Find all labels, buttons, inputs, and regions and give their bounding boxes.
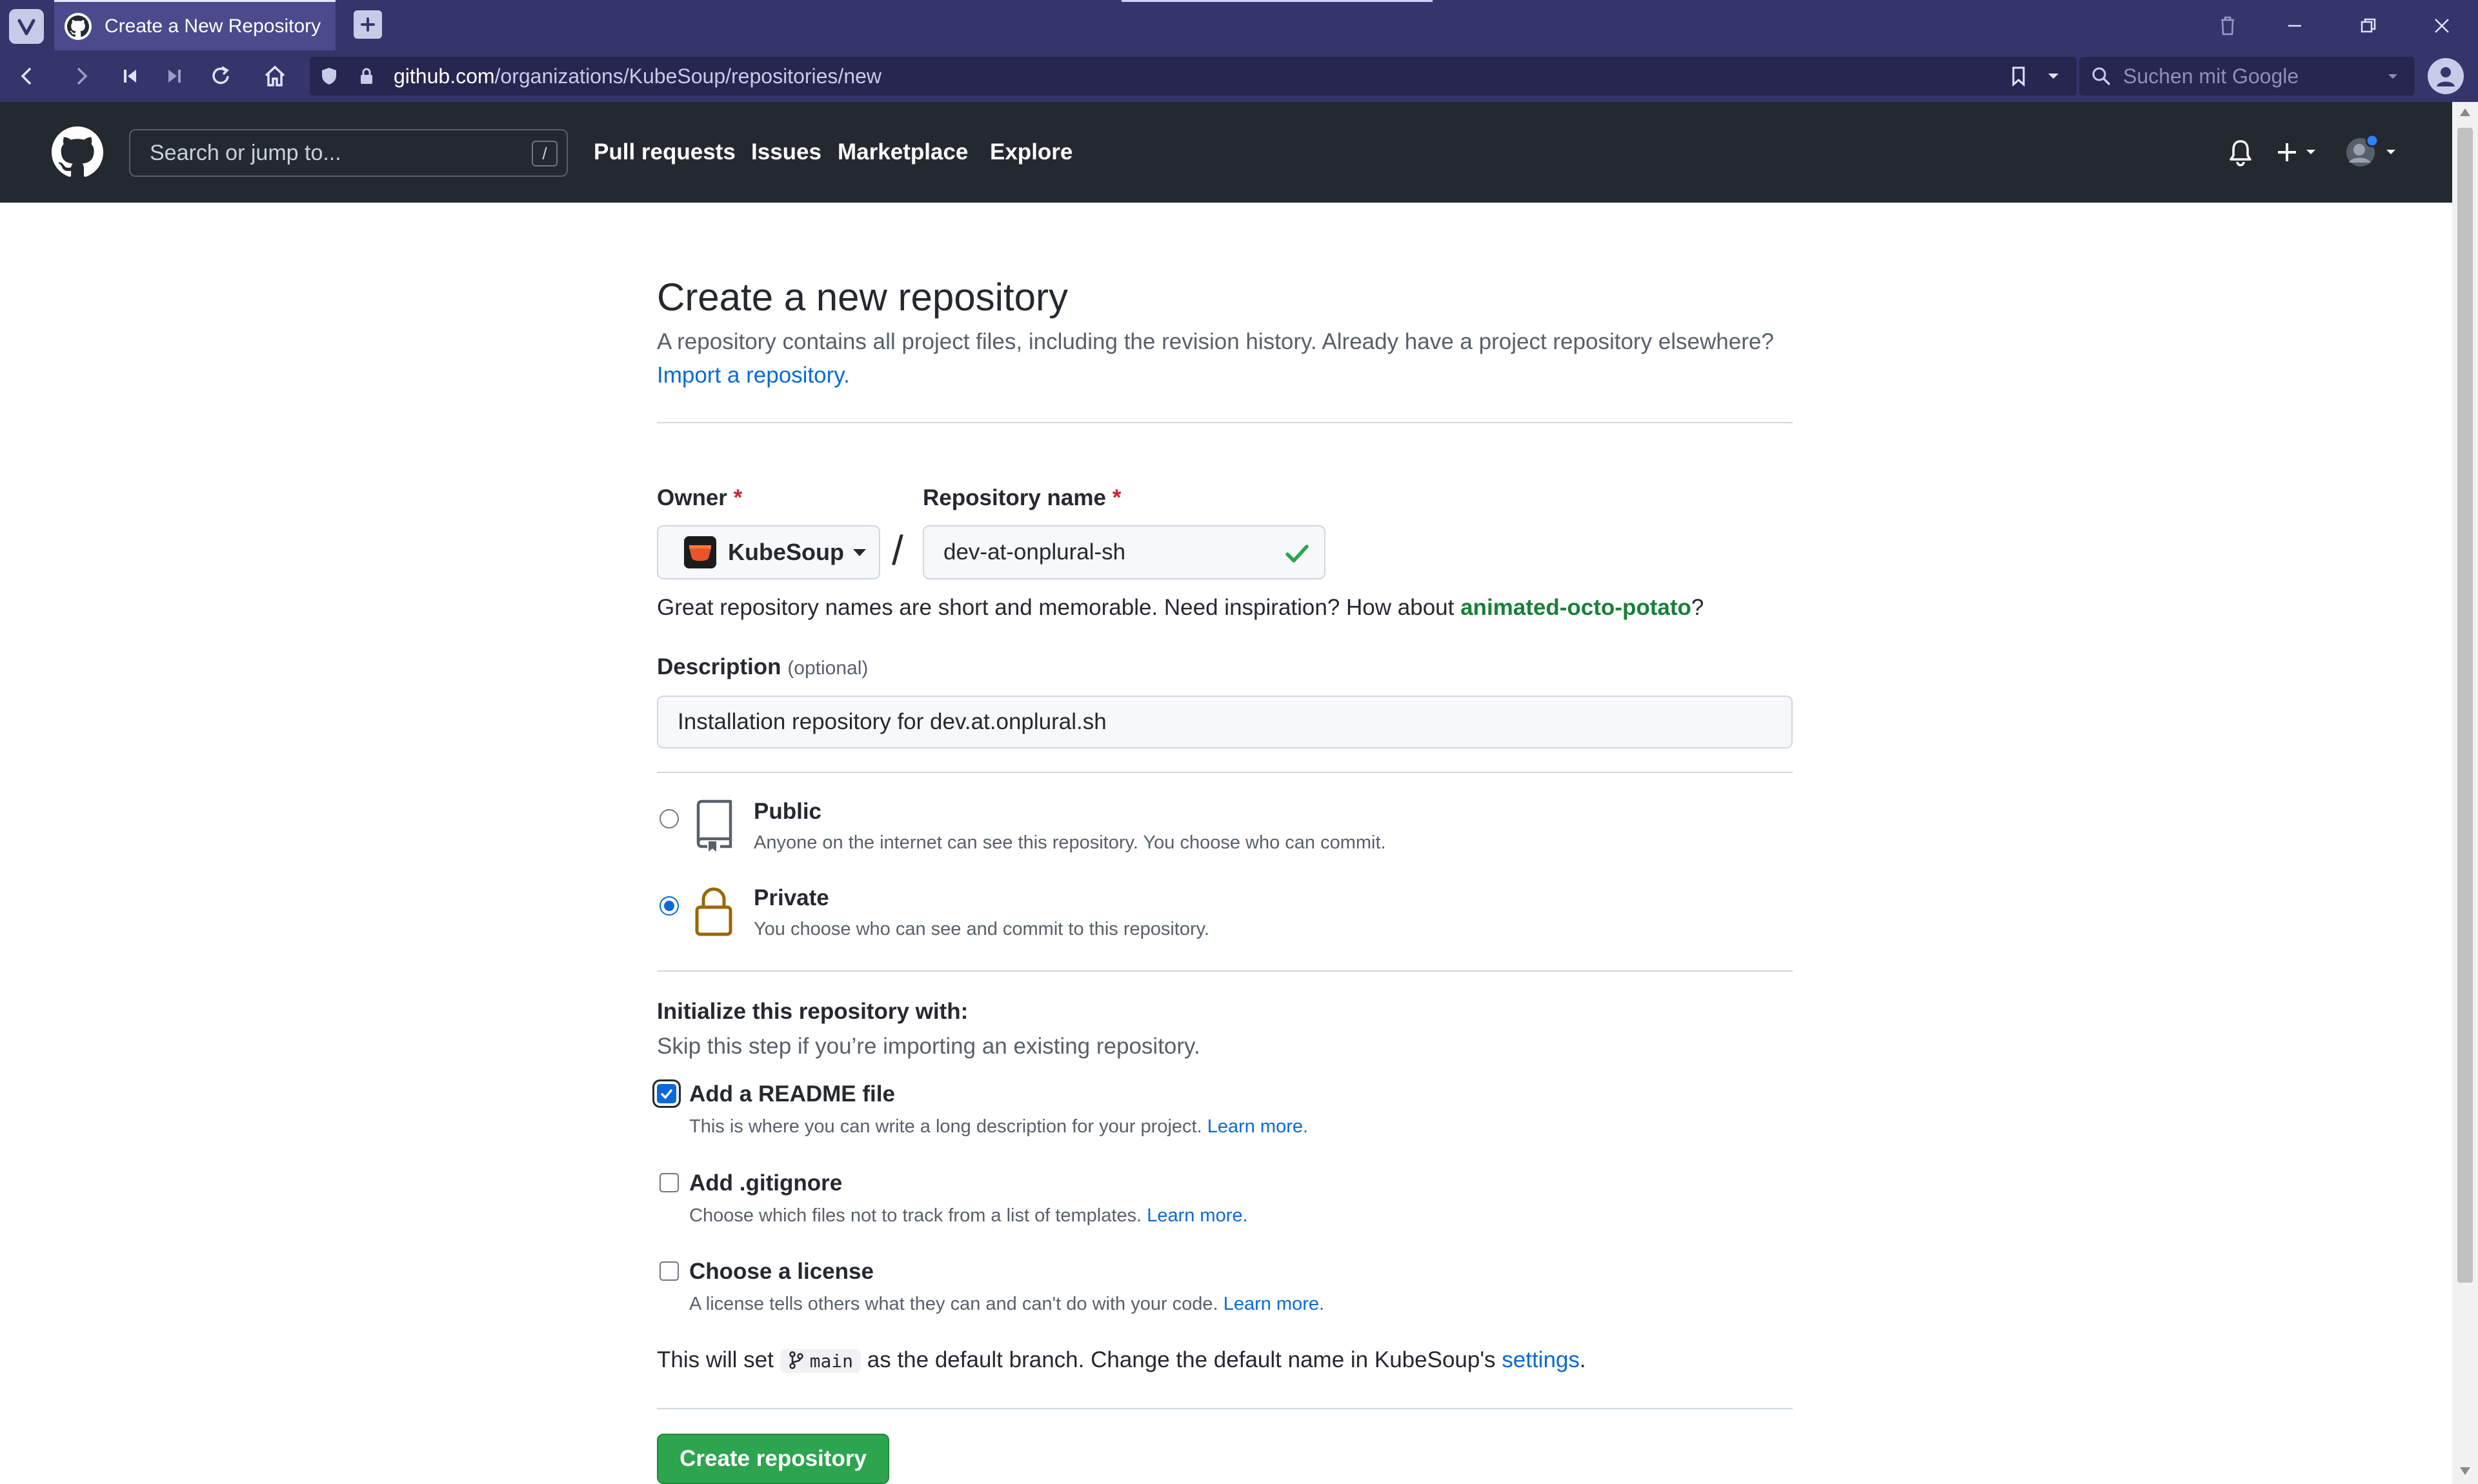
browser-address-bar: github.com/organizations/KubeSoup/reposi… bbox=[0, 50, 2478, 102]
tab-title: Create a New Repository bbox=[105, 15, 321, 37]
nav-issues[interactable]: Issues bbox=[751, 102, 821, 203]
divider bbox=[657, 1408, 1793, 1409]
page-subtitle: A repository contains all project files,… bbox=[657, 329, 1774, 354]
default-branch-note: This will set main as the default branch… bbox=[657, 1347, 1586, 1373]
description-input[interactable]: Installation repository for dev.at.onplu… bbox=[657, 696, 1793, 748]
url-text: github.com/organizations/KubeSoup/reposi… bbox=[394, 65, 882, 88]
git-branch-icon bbox=[789, 1351, 803, 1369]
browser-menu-icon[interactable] bbox=[9, 9, 44, 44]
license-description: A license tells others what they can and… bbox=[689, 1294, 1325, 1314]
public-description: Anyone on the internet can see this repo… bbox=[754, 832, 1386, 853]
readme-title: Add a README file bbox=[689, 1081, 895, 1107]
reload-icon[interactable] bbox=[204, 59, 237, 93]
scroll-up-arrow-icon[interactable] bbox=[2460, 108, 2470, 116]
repo-icon bbox=[693, 799, 734, 853]
chevron-down-icon[interactable] bbox=[2042, 65, 2065, 88]
search-shortcut-key: / bbox=[532, 141, 558, 166]
owner-label: Owner * bbox=[657, 485, 743, 510]
public-title: Public bbox=[754, 799, 822, 824]
github-favicon-icon bbox=[65, 12, 92, 40]
rewind-icon[interactable] bbox=[114, 59, 147, 93]
repository-name-value: dev-at-onplural-sh bbox=[943, 539, 1126, 565]
owner-name: KubeSoup bbox=[728, 539, 844, 565]
new-tab-plus-icon[interactable] bbox=[354, 10, 382, 39]
browser-search-input[interactable]: Suchen mit Google bbox=[2079, 57, 2415, 95]
tab-indicator bbox=[1122, 0, 1433, 2]
license-title: Choose a license bbox=[689, 1259, 874, 1284]
restore-icon[interactable] bbox=[2353, 10, 2384, 41]
trash-icon[interactable] bbox=[2212, 10, 2243, 41]
name-suggestion[interactable]: animated-octo-potato bbox=[1460, 595, 1691, 620]
divider bbox=[657, 772, 1793, 773]
home-icon[interactable] bbox=[258, 59, 292, 93]
search-icon bbox=[2090, 65, 2113, 88]
branch-name-code: main bbox=[780, 1349, 861, 1373]
lock-icon bbox=[693, 885, 734, 938]
import-repository-link[interactable]: Import a repository. bbox=[657, 363, 850, 388]
page: { "browser": { "tab_title": "Create a Ne… bbox=[0, 0, 2478, 1484]
repository-name-input[interactable]: dev-at-onplural-sh bbox=[923, 525, 1325, 579]
browser-tab-active[interactable]: Create a New Repository bbox=[54, 0, 336, 50]
init-subheading: Skip this step if you’re importing an ex… bbox=[657, 1034, 1200, 1059]
repo-name-hint: Great repository names are short and mem… bbox=[657, 595, 1704, 620]
owner-repo-separator: / bbox=[892, 527, 903, 574]
gitignore-checkbox[interactable] bbox=[660, 1173, 679, 1192]
browser-profile-icon[interactable] bbox=[2428, 58, 2464, 94]
nav-marketplace[interactable]: Marketplace bbox=[838, 102, 968, 203]
create-new-plus-icon[interactable] bbox=[2274, 134, 2326, 170]
gitignore-title: Add .gitignore bbox=[689, 1170, 843, 1196]
scroll-down-arrow-icon[interactable] bbox=[2460, 1467, 2470, 1475]
nav-pull-requests[interactable]: Pull requests bbox=[594, 102, 736, 203]
bookmark-icon[interactable] bbox=[2007, 65, 2030, 88]
checkmark-icon bbox=[660, 1088, 673, 1099]
owner-select[interactable]: KubeSoup bbox=[657, 525, 880, 579]
shield-icon[interactable] bbox=[319, 66, 339, 86]
bell-icon[interactable] bbox=[2222, 134, 2259, 170]
readme-checkbox[interactable] bbox=[657, 1084, 676, 1103]
minimize-icon[interactable] bbox=[2279, 10, 2310, 41]
forward-icon[interactable] bbox=[65, 59, 98, 93]
create-repository-button[interactable]: Create repository bbox=[657, 1434, 889, 1484]
page-scrollbar[interactable] bbox=[2452, 102, 2478, 1484]
readme-description: This is where you can write a long descr… bbox=[689, 1116, 1309, 1137]
search-engine-dropdown-icon[interactable] bbox=[2381, 65, 2404, 88]
user-avatar-menu[interactable] bbox=[2342, 134, 2404, 170]
description-value: Installation repository for dev.at.onplu… bbox=[678, 709, 1107, 734]
learn-more-link-license[interactable]: Learn more. bbox=[1224, 1294, 1324, 1314]
page-title: Create a new repository bbox=[657, 276, 1068, 319]
browser-tab-bar: Create a New Repository bbox=[0, 0, 2478, 50]
private-radio[interactable] bbox=[660, 896, 679, 916]
scroll-thumb[interactable] bbox=[2457, 128, 2473, 1283]
divider bbox=[657, 422, 1793, 423]
github-header: Search or jump to... / Pull requests Iss… bbox=[0, 102, 2452, 203]
check-icon bbox=[1283, 539, 1311, 568]
github-search-input[interactable]: Search or jump to... / bbox=[129, 129, 568, 177]
browser-search-placeholder: Suchen mit Google bbox=[2123, 65, 2299, 88]
github-search-placeholder: Search or jump to... bbox=[150, 141, 341, 165]
learn-more-link-readme[interactable]: Learn more. bbox=[1207, 1116, 1308, 1137]
repo-name-label: Repository name * bbox=[923, 485, 1122, 510]
gitignore-description: Choose which files not to track from a l… bbox=[689, 1205, 1248, 1226]
back-icon[interactable] bbox=[10, 59, 44, 93]
nav-explore[interactable]: Explore bbox=[990, 102, 1073, 203]
description-label: Description (optional) bbox=[657, 654, 869, 679]
divider bbox=[657, 970, 1793, 972]
lock-icon bbox=[356, 66, 377, 86]
init-heading: Initialize this repository with: bbox=[657, 999, 969, 1024]
owner-avatar bbox=[684, 536, 716, 568]
close-window-icon[interactable] bbox=[2426, 10, 2457, 41]
license-checkbox[interactable] bbox=[660, 1261, 679, 1281]
private-description: You choose who can see and commit to thi… bbox=[754, 919, 1210, 939]
private-title: Private bbox=[754, 885, 829, 910]
caret-down-icon bbox=[852, 548, 866, 556]
learn-more-link-gitignore[interactable]: Learn more. bbox=[1147, 1205, 1247, 1226]
github-logo-icon[interactable] bbox=[52, 126, 103, 178]
public-radio[interactable] bbox=[660, 809, 679, 828]
fast-forward-icon[interactable] bbox=[157, 59, 191, 93]
settings-link[interactable]: settings bbox=[1502, 1347, 1580, 1372]
url-bar[interactable]: github.com/organizations/KubeSoup/reposi… bbox=[310, 57, 2077, 95]
